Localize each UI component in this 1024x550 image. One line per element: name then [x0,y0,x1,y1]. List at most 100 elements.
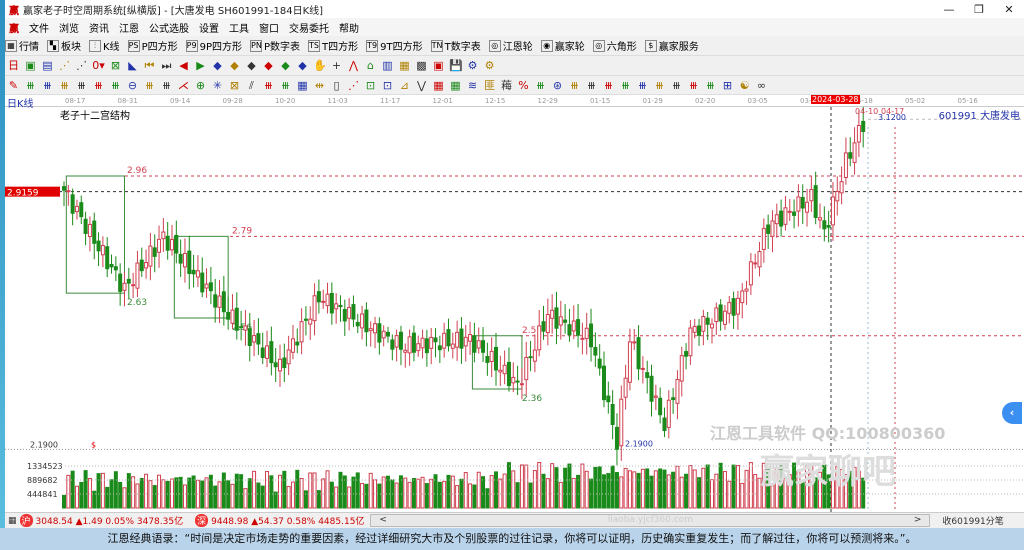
toolbar3-tool-icon[interactable]: ⧻ [636,79,649,92]
toolbar-button-9[interactable]: ◎ 江恩轮 [488,38,533,53]
toolbar2-tool-icon[interactable]: + [330,59,343,72]
toolbar3-tool-icon[interactable]: ⊠ [228,79,241,92]
menu-item-2[interactable]: 资讯 [89,20,109,35]
toolbar3-tool-icon[interactable]: ⧻ [619,79,632,92]
toolbar3-tool-icon[interactable]: ⋰ [347,79,360,92]
toolbar3-tool-icon[interactable]: ⧻ [534,79,547,92]
menu-item-3[interactable]: 江恩 [119,20,139,35]
toolbar2-tool-icon[interactable]: 💾 [449,59,463,72]
shanghai-index[interactable]: 3048.54 ▲1.49 0.05% 3478.35亿 [36,514,184,527]
toolbar3-tool-icon[interactable]: ⊡ [364,79,377,92]
toolbar2-tool-icon[interactable]: ◆ [262,59,275,72]
kline-chart[interactable]: 2.962.792.512.632.562.362.91592.1900$133… [5,107,1024,512]
toolbar2-tool-icon[interactable]: ◣ [126,59,139,72]
toolbar3-tool-icon[interactable]: % [517,79,530,92]
toolbar3-tool-icon[interactable]: ⊛ [551,79,564,92]
toolbar3-tool-icon[interactable]: ✳ [211,79,224,92]
toolbar3-tool-icon[interactable]: 匪 [483,79,496,92]
side-panel-toggle[interactable]: ‹ [1002,402,1022,424]
toolbar-button-6[interactable]: TS T四方形 [308,38,358,53]
toolbar2-tool-icon[interactable]: ⋰ [58,59,71,72]
menu-item-0[interactable]: 文件 [29,20,49,35]
toolbar2-tool-icon[interactable]: ⏮ [143,59,156,72]
toolbar3-tool-icon[interactable]: ⧻ [58,79,71,92]
toolbar3-tool-icon[interactable]: ⧻ [279,79,292,92]
toolbar2-tool-icon[interactable]: ◀ [177,59,190,72]
toolbar2-tool-icon[interactable]: ◆ [228,59,241,72]
toolbar2-tool-icon[interactable]: ⊠ [109,59,122,72]
toolbar3-tool-icon[interactable]: ⧻ [670,79,683,92]
toolbar3-tool-icon[interactable]: ☯ [738,79,751,92]
toolbar2-tool-icon[interactable]: 0▾ [92,59,105,72]
menu-item-6[interactable]: 工具 [229,20,249,35]
toolbar3-tool-icon[interactable]: ∞ [755,79,768,92]
toolbar3-tool-icon[interactable]: ⊿ [398,79,411,92]
toolbar2-tool-icon[interactable]: ⚙ [483,59,496,72]
toolbar3-tool-icon[interactable]: ⧻ [109,79,122,92]
toolbar3-tool-icon[interactable]: 䔦 [500,79,513,92]
toolbar2-tool-icon[interactable]: ▣ [24,59,37,72]
toolbar-button-4[interactable]: P9 9P四方形 [185,38,242,53]
minimize-button[interactable]: — [934,3,964,16]
toolbar3-tool-icon[interactable]: ⧻ [160,79,173,92]
toolbar3-tool-icon[interactable]: ⧻ [92,79,105,92]
toolbar2-tool-icon[interactable]: ▶ [194,59,207,72]
tick-detail-link[interactable]: 收601991分笔 [942,514,1003,527]
menu-item-5[interactable]: 设置 [199,20,219,35]
toolbar3-tool-icon[interactable]: ▦ [432,79,445,92]
toolbar-button-1[interactable]: ▚ 板块 [47,38,81,53]
toolbar3-tool-icon[interactable]: ⋁ [415,79,428,92]
toolbar-button-12[interactable]: $ 赢家服务 [644,38,699,53]
toolbar3-tool-icon[interactable]: ▦ [449,79,462,92]
toolbar2-tool-icon[interactable]: ✋ [313,59,327,72]
toolbar-button-11[interactable]: ◎ 六角形 [592,38,637,53]
toolbar2-tool-icon[interactable]: ▣ [432,59,445,72]
toolbar3-tool-icon[interactable]: ⧻ [585,79,598,92]
toolbar2-tool-icon[interactable]: ◆ [296,59,309,72]
toolbar3-tool-icon[interactable]: ⧻ [568,79,581,92]
toolbar2-tool-icon[interactable]: ⋀ [347,59,360,72]
toolbar3-tool-icon[interactable]: ⧻ [75,79,88,92]
horizontal-scrollbar[interactable]: < liaoba.yjcf360.com > [370,514,931,527]
toolbar3-tool-icon[interactable]: ⧻ [24,79,37,92]
toolbar-button-5[interactable]: PN P数字表 [250,38,300,53]
toolbar2-tool-icon[interactable]: 日▾ [7,59,20,85]
toolbar3-tool-icon[interactable]: ⊡ [381,79,394,92]
menu-item-1[interactable]: 浏览 [59,20,79,35]
toolbar2-tool-icon[interactable]: ▦ [398,59,411,72]
menu-item-8[interactable]: 交易委托 [289,20,329,35]
toolbar-button-8[interactable]: TN T数字表 [430,38,481,53]
toolbar3-tool-icon[interactable]: ⊖ [126,79,139,92]
shenzhen-index[interactable]: 9448.98 ▲54.37 0.58% 4485.15亿 [211,514,364,527]
toolbar3-tool-icon[interactable]: ▦ [296,79,309,92]
toolbar3-tool-icon[interactable]: ⧻ [143,79,156,92]
toolbar3-tool-icon[interactable]: ✎ [7,79,20,92]
toolbar-button-2[interactable]: ⫶ K线 [89,38,120,53]
toolbar2-tool-icon[interactable]: ⋰ [75,59,88,72]
toolbar2-tool-icon[interactable]: ▤ [41,59,54,72]
toolbar3-tool-icon[interactable]: ⧻ [704,79,717,92]
toolbar2-tool-icon[interactable]: ◆ [211,59,224,72]
maximize-button[interactable]: ❐ [964,3,994,16]
toolbar3-tool-icon[interactable]: ⧻ [41,79,54,92]
toolbar2-tool-icon[interactable]: ▥ [381,59,394,72]
menu-item-9[interactable]: 帮助 [339,20,359,35]
toolbar3-tool-icon[interactable]: ⋌ [177,79,190,92]
toolbar3-tool-icon[interactable]: ⇹ [313,79,326,92]
toolbar3-tool-icon[interactable]: ⧻ [653,79,666,92]
scroll-left-button[interactable]: < [379,515,387,526]
toolbar3-tool-icon[interactable]: ≋ [466,79,479,92]
toolbar-button-3[interactable]: PS P四方形 [127,38,178,53]
toolbar2-tool-icon[interactable]: ⚙ [466,59,479,72]
menu-item-4[interactable]: 公式选股 [149,20,189,35]
toolbar3-tool-icon[interactable]: ⫽ [245,79,258,92]
toolbar-button-10[interactable]: ◉ 赢家轮 [540,38,585,53]
toolbar3-tool-icon[interactable]: ⊕ [194,79,207,92]
toolbar2-tool-icon[interactable]: ◆ [245,59,258,72]
toolbar2-tool-icon[interactable]: ◆ [279,59,292,72]
toolbar3-tool-icon[interactable]: ⧻ [602,79,615,92]
toolbar3-tool-icon[interactable]: ⧻ [262,79,275,92]
toolbar2-tool-icon[interactable]: ⏭ [160,59,173,72]
toolbar-button-0[interactable]: ▦ 行情 [5,38,39,53]
close-button[interactable]: ✕ [994,3,1024,16]
